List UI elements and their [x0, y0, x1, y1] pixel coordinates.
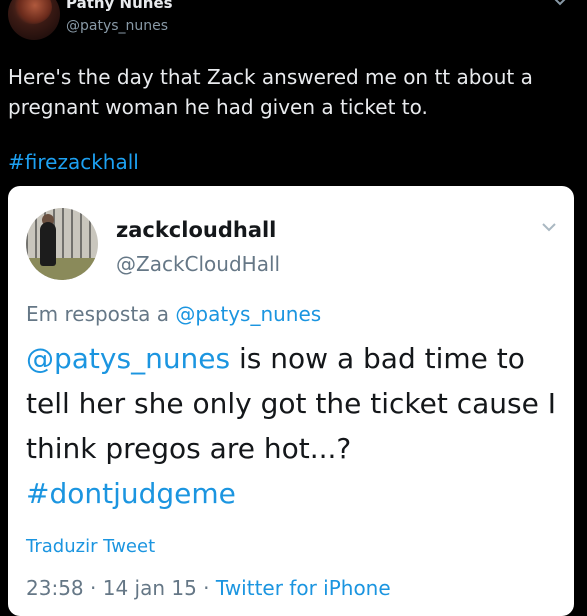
hashtag-link[interactable]: #dontjudgeme — [26, 477, 236, 510]
meta-separator: · — [83, 576, 103, 600]
tweet-source[interactable]: Twitter for iPhone — [216, 576, 391, 600]
quoted-name[interactable]: zackcloudhall — [116, 218, 276, 242]
quoted-avatar[interactable] — [26, 208, 98, 280]
quoted-text: @patys_nunes is now a bad time to tell h… — [26, 336, 566, 516]
tweet-header: Pathy Nunes @patys_nunes — [0, 0, 587, 50]
chevron-down-icon[interactable] — [540, 220, 558, 234]
quoted-handle[interactable]: @ZackCloudHall — [116, 252, 280, 276]
author-handle[interactable]: @patys_nunes — [66, 18, 168, 34]
tweet-date[interactable]: 14 jan 15 — [103, 576, 197, 600]
quoted-tweet-card[interactable]: zackcloudhall @ZackCloudHall Em resposta… — [8, 186, 574, 616]
translate-tweet-link[interactable]: Traduzir Tweet — [26, 536, 155, 557]
mention-link[interactable]: @patys_nunes — [26, 342, 230, 375]
hashtag-link[interactable]: #firezackhall — [8, 150, 139, 174]
reply-context: Em resposta a @patys_nunes — [26, 302, 321, 326]
reply-to-link[interactable]: @patys_nunes — [175, 302, 321, 326]
tweet-metadata: 23:58 · 14 jan 15 · Twitter for iPhone — [26, 576, 391, 600]
tweet-time[interactable]: 23:58 — [26, 576, 84, 600]
reply-prefix: Em resposta a — [26, 302, 170, 326]
meta-separator: · — [196, 576, 216, 600]
chevron-down-icon[interactable] — [551, 0, 569, 8]
author-avatar[interactable] — [8, 0, 60, 40]
author-name[interactable]: Pathy Nunes — [66, 0, 173, 12]
tweet-text: Here's the day that Zack answered me on … — [8, 65, 533, 119]
